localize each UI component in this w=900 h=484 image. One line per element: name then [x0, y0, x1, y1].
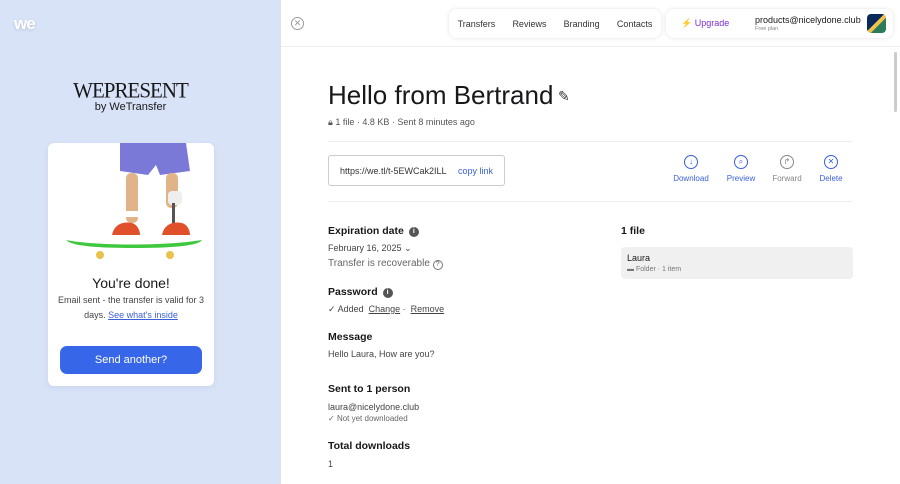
nav-reviews[interactable]: Reviews	[512, 19, 546, 29]
delete-icon: ✕	[824, 155, 838, 169]
nav-transfers[interactable]: Transfers	[458, 19, 496, 29]
wetransfer-logo[interactable]: we	[14, 14, 36, 34]
skateboard-illustration	[66, 143, 202, 259]
transfer-panel: ✕ Transfers Reviews Branding Contacts ⚡ …	[281, 0, 900, 484]
left-panel: we WEPRESENT by WeTransfer You're done! …	[0, 0, 281, 484]
file-item[interactable]: Laura ▬ Folder · 1 item	[621, 247, 853, 279]
message-text: Hello Laura, How are you?	[328, 349, 435, 359]
link-box: https://we.tl/t-5EWCak2ILL copy link	[328, 155, 505, 186]
transfer-url[interactable]: https://we.tl/t-5EWCak2ILL	[340, 166, 447, 176]
downloads-count: 1	[328, 459, 334, 469]
files-heading: 1 file	[621, 225, 645, 237]
account-email[interactable]: products@nicelydone.club	[755, 15, 861, 25]
check-icon: ✓	[328, 304, 336, 314]
downloads-heading: Total downloads	[328, 440, 411, 452]
done-message: Email sent - the transfer is valid for 3…	[57, 295, 205, 320]
forward-button[interactable]: ↱ Forward	[762, 155, 812, 183]
file-meta: ▬ Folder · 1 item	[627, 266, 682, 273]
transfer-meta: 🔒︎ 1 file · 4.8 KB · Sent 8 minutes ago	[328, 117, 475, 127]
password-heading: Password i	[328, 286, 393, 298]
forward-icon: ↱	[780, 155, 794, 169]
lock-icon: 🔒︎	[328, 117, 333, 127]
copy-link-button[interactable]: copy link	[458, 166, 493, 176]
nav-branding[interactable]: Branding	[564, 19, 600, 29]
preview-icon: ⌕	[734, 155, 748, 169]
transfer-title: Hello from Bertrand	[328, 80, 554, 110]
remove-password-link[interactable]: Remove	[411, 304, 445, 314]
folder-icon: ▬	[627, 266, 634, 273]
expiration-date-select[interactable]: February 16, 2025 ⌄	[328, 243, 412, 254]
see-inside-link[interactable]: See what's inside	[108, 310, 178, 320]
recoverable-text: Transfer is recoverable ?	[328, 258, 443, 270]
file-name: Laura	[627, 253, 651, 263]
send-another-button[interactable]: Send another?	[60, 346, 202, 374]
info-icon[interactable]: i	[408, 227, 419, 237]
avatar[interactable]	[867, 14, 886, 33]
help-icon[interactable]: ?	[432, 260, 443, 270]
delete-button[interactable]: ✕ Delete	[806, 155, 856, 183]
lightning-icon: ⚡	[681, 18, 693, 28]
recipient-status: ✓ Not yet downloaded	[328, 414, 408, 423]
change-password-link[interactable]: Change	[369, 304, 401, 314]
wepresent-logo: WEPRESENT	[73, 77, 189, 103]
download-icon: ↓	[684, 155, 698, 169]
done-card: You're done! Email sent - the transfer i…	[48, 143, 214, 386]
chevron-down-icon: ⌄	[404, 243, 412, 253]
expiration-heading: Expiration date i	[328, 225, 419, 237]
header: ✕ Transfers Reviews Branding Contacts ⚡ …	[281, 0, 900, 47]
preview-button[interactable]: ⌕ Preview	[716, 155, 766, 183]
divider	[328, 141, 852, 142]
nav-contacts[interactable]: Contacts	[617, 19, 653, 29]
close-icon[interactable]: ✕	[291, 17, 304, 30]
message-heading: Message	[328, 331, 373, 343]
info-icon[interactable]: i	[382, 288, 393, 298]
scrollbar[interactable]	[894, 52, 897, 112]
done-title: You're done!	[92, 275, 170, 291]
account-plan: Free plan	[755, 26, 779, 32]
divider	[328, 201, 852, 202]
recipient-email: laura@nicelydone.club	[328, 402, 420, 412]
edit-pencil-icon[interactable]: ✎	[558, 88, 570, 105]
wepresent-sub: by WeTransfer	[94, 101, 167, 113]
download-button[interactable]: ↓ Download	[666, 155, 716, 183]
account-box: ⚡ Upgrade products@nicelydone.club Free …	[666, 9, 893, 38]
upgrade-button[interactable]: ⚡ Upgrade	[681, 18, 729, 29]
main-nav: Transfers Reviews Branding Contacts	[449, 9, 661, 38]
sent-heading: Sent to 1 person	[328, 383, 411, 395]
password-row: ✓ Added Change · Remove	[328, 304, 445, 314]
